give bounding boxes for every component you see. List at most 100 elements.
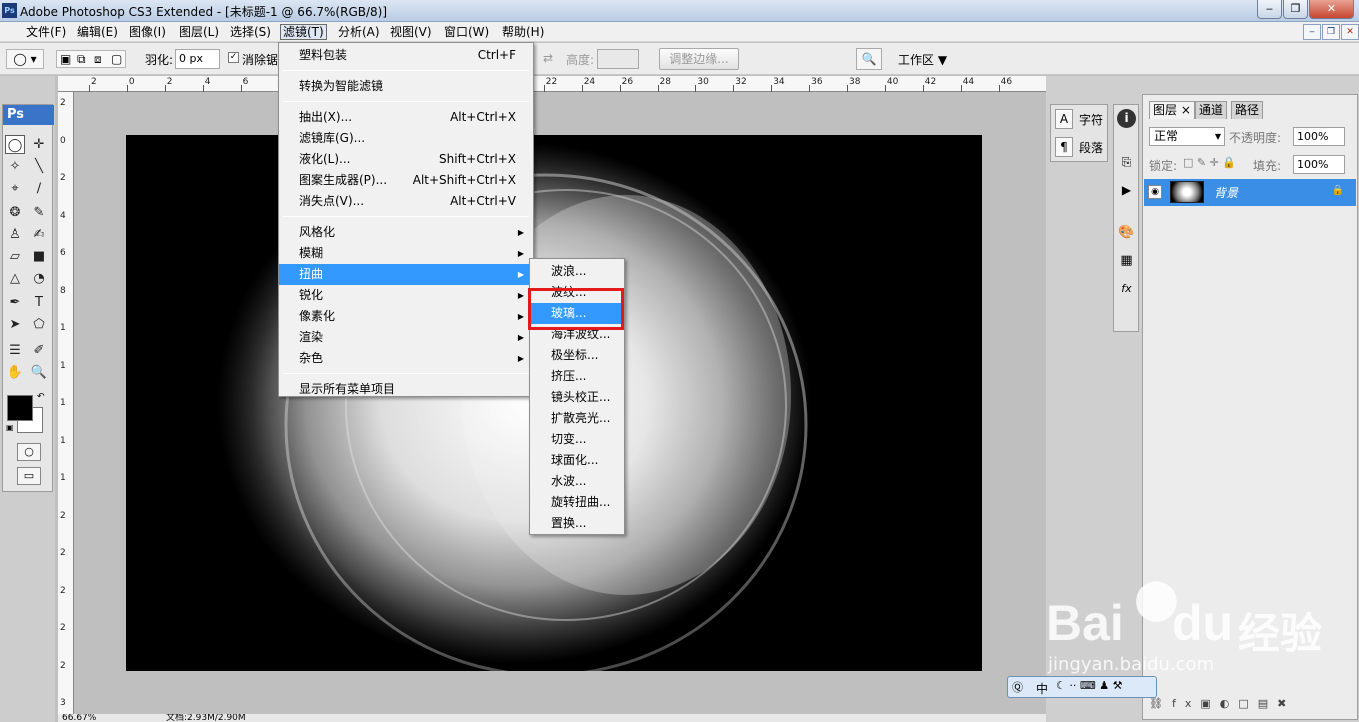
- filter-menu-item[interactable]: 液化(L)... Shift+Ctrl+X: [279, 149, 533, 170]
- opacity-input[interactable]: 100%: [1293, 127, 1345, 146]
- new-selection-icon[interactable]: ▣: [60, 52, 71, 66]
- swap-colors-icon[interactable]: ↶: [37, 392, 45, 402]
- stamp-tool[interactable]: ♙: [5, 225, 25, 244]
- distort-submenu-item[interactable]: 置换...: [530, 513, 624, 534]
- close-button[interactable]: ✕: [1309, 0, 1354, 19]
- notes-tool[interactable]: ☰: [5, 341, 25, 360]
- distort-submenu-item[interactable]: 扩散亮光...: [530, 408, 624, 429]
- distort-submenu-item[interactable]: 极坐标...: [530, 345, 624, 366]
- distort-submenu-item[interactable]: 镜头校正...: [530, 387, 624, 408]
- menu-edit[interactable]: 编辑(E): [75, 24, 120, 40]
- filter-menu-item[interactable]: 图案生成器(P)... Alt+Shift+Ctrl+X: [279, 170, 533, 191]
- filter-menu-item[interactable]: 像素化 ▶: [279, 306, 533, 327]
- type-tool[interactable]: T: [29, 293, 49, 312]
- refine-edge-button[interactable]: 调整边缘...: [659, 48, 739, 70]
- tab-paths[interactable]: 路径: [1231, 101, 1264, 119]
- eraser-tool[interactable]: ▱: [5, 247, 25, 266]
- doc-restore-button[interactable]: ❐: [1322, 24, 1340, 40]
- tool-preset-picker[interactable]: ◯ ▾: [6, 49, 44, 69]
- history-icon[interactable]: ⎘: [1117, 153, 1136, 172]
- magic-wand-tool[interactable]: ╲: [29, 157, 49, 176]
- bridge-button[interactable]: 🔍: [856, 48, 882, 70]
- filter-menu-item[interactable]: 转换为智能滤镜: [279, 76, 533, 97]
- doc-close-button[interactable]: ✕: [1341, 24, 1359, 40]
- character-panel-label[interactable]: 字符: [1079, 111, 1103, 128]
- gradient-tool[interactable]: ■: [29, 247, 49, 266]
- eye-icon[interactable]: ◉: [1148, 185, 1162, 199]
- menu-select[interactable]: 选择(S): [228, 24, 273, 40]
- zoom-level[interactable]: 66.67%: [62, 714, 96, 722]
- menu-filter[interactable]: 滤镜(T): [280, 24, 327, 40]
- menu-layer[interactable]: 图层(L): [177, 24, 221, 40]
- subtract-selection-icon[interactable]: ⧈: [94, 52, 102, 67]
- slice-tool[interactable]: ∕: [29, 179, 49, 198]
- filter-menu-item[interactable]: 抽出(X)... Alt+Ctrl+X: [279, 107, 533, 128]
- brush-tool[interactable]: ✎: [29, 203, 49, 222]
- healing-tool[interactable]: ❂: [5, 203, 25, 222]
- filter-menu-item[interactable]: 塑料包装 Ctrl+F: [279, 45, 533, 66]
- swatches-icon[interactable]: ▦: [1117, 251, 1136, 270]
- workspace-menu[interactable]: 工作区 ▼: [898, 51, 947, 68]
- actions-icon[interactable]: ▶: [1117, 181, 1136, 200]
- filter-menu-item[interactable]: 杂色 ▶: [279, 348, 533, 369]
- filter-menu-item[interactable]: 渲染 ▶: [279, 327, 533, 348]
- default-colors-icon[interactable]: ▣: [6, 423, 14, 432]
- blur-tool[interactable]: △: [5, 269, 25, 288]
- move-tool[interactable]: ✛: [29, 135, 49, 154]
- distort-submenu-item[interactable]: 旋转扭曲...: [530, 492, 624, 513]
- minimize-button[interactable]: ‒: [1257, 0, 1282, 19]
- tab-layers[interactable]: 图层 ×: [1149, 101, 1195, 119]
- lock-icons[interactable]: □ ✎ ✛ 🔒: [1183, 156, 1236, 169]
- filter-menu-item[interactable]: 锐化 ▶: [279, 285, 533, 306]
- quick-mask-button[interactable]: ○: [17, 443, 41, 461]
- close-icon[interactable]: ×: [1181, 103, 1191, 117]
- paragraph-panel-label[interactable]: 段落: [1079, 139, 1103, 156]
- filter-menu-item[interactable]: 风格化 ▶: [279, 222, 533, 243]
- menu-image[interactable]: 图像(I): [127, 24, 168, 40]
- filter-menu-item[interactable]: 显示所有菜单项目: [279, 379, 533, 400]
- foreground-color-swatch[interactable]: [7, 395, 33, 421]
- path-selection-tool[interactable]: ➤: [5, 315, 25, 334]
- color-palette-icon[interactable]: 🎨: [1117, 223, 1136, 242]
- distort-submenu-item[interactable]: 波浪...: [530, 261, 624, 282]
- fill-input[interactable]: 100%: [1293, 155, 1345, 174]
- styles-fx-icon[interactable]: fx: [1117, 279, 1136, 298]
- layer-name[interactable]: 背景: [1214, 184, 1238, 201]
- filter-menu-item[interactable]: 模糊 ▶: [279, 243, 533, 264]
- pen-tool[interactable]: ✒: [5, 293, 25, 312]
- antialias-checkbox[interactable]: ✓: [228, 52, 239, 63]
- distort-submenu-item[interactable]: 挤压...: [530, 366, 624, 387]
- tab-channels[interactable]: 通道: [1195, 101, 1228, 119]
- lasso-tool[interactable]: ✧: [5, 157, 25, 176]
- menu-analysis[interactable]: 分析(A): [336, 24, 382, 40]
- eyedropper-tool[interactable]: ✐: [29, 341, 49, 360]
- blend-mode-select[interactable]: 正常 ▼: [1149, 127, 1225, 146]
- history-brush-tool[interactable]: ✍: [29, 225, 49, 244]
- layer-row[interactable]: ◉ 背景 🔒: [1144, 179, 1356, 206]
- menu-file[interactable]: 文件(F): [24, 24, 68, 40]
- add-selection-icon[interactable]: ⧉: [77, 52, 86, 67]
- distort-submenu-item[interactable]: 水波...: [530, 471, 624, 492]
- menu-window[interactable]: 窗口(W): [442, 24, 491, 40]
- dodge-tool[interactable]: ◔: [29, 269, 49, 288]
- filter-menu-item[interactable]: 滤镜库(G)...: [279, 128, 533, 149]
- zoom-tool[interactable]: 🔍: [29, 363, 49, 382]
- doc-minimize-button[interactable]: ‒: [1303, 24, 1321, 40]
- filter-menu-item[interactable]: 扭曲 ▶: [279, 264, 533, 285]
- menu-view[interactable]: 视图(V): [388, 24, 434, 40]
- feather-input[interactable]: 0 px: [175, 49, 220, 69]
- distort-submenu-item[interactable]: 切变...: [530, 429, 624, 450]
- restore-button[interactable]: ❐: [1283, 0, 1308, 19]
- intersect-selection-icon[interactable]: ▢: [111, 52, 122, 66]
- crop-tool[interactable]: ⌖: [5, 179, 25, 198]
- info-icon[interactable]: i: [1117, 109, 1136, 128]
- paragraph-icon[interactable]: ¶: [1055, 137, 1073, 157]
- marquee-tool[interactable]: ◯: [5, 135, 25, 154]
- menu-help[interactable]: 帮助(H): [500, 24, 546, 40]
- character-icon[interactable]: A: [1055, 109, 1073, 129]
- screen-mode-button[interactable]: ▭: [17, 467, 41, 485]
- distort-submenu-item[interactable]: 球面化...: [530, 450, 624, 471]
- shape-tool[interactable]: ⬠: [29, 315, 49, 334]
- filter-menu-item[interactable]: 消失点(V)... Alt+Ctrl+V: [279, 191, 533, 212]
- hand-tool[interactable]: ✋: [5, 363, 25, 382]
